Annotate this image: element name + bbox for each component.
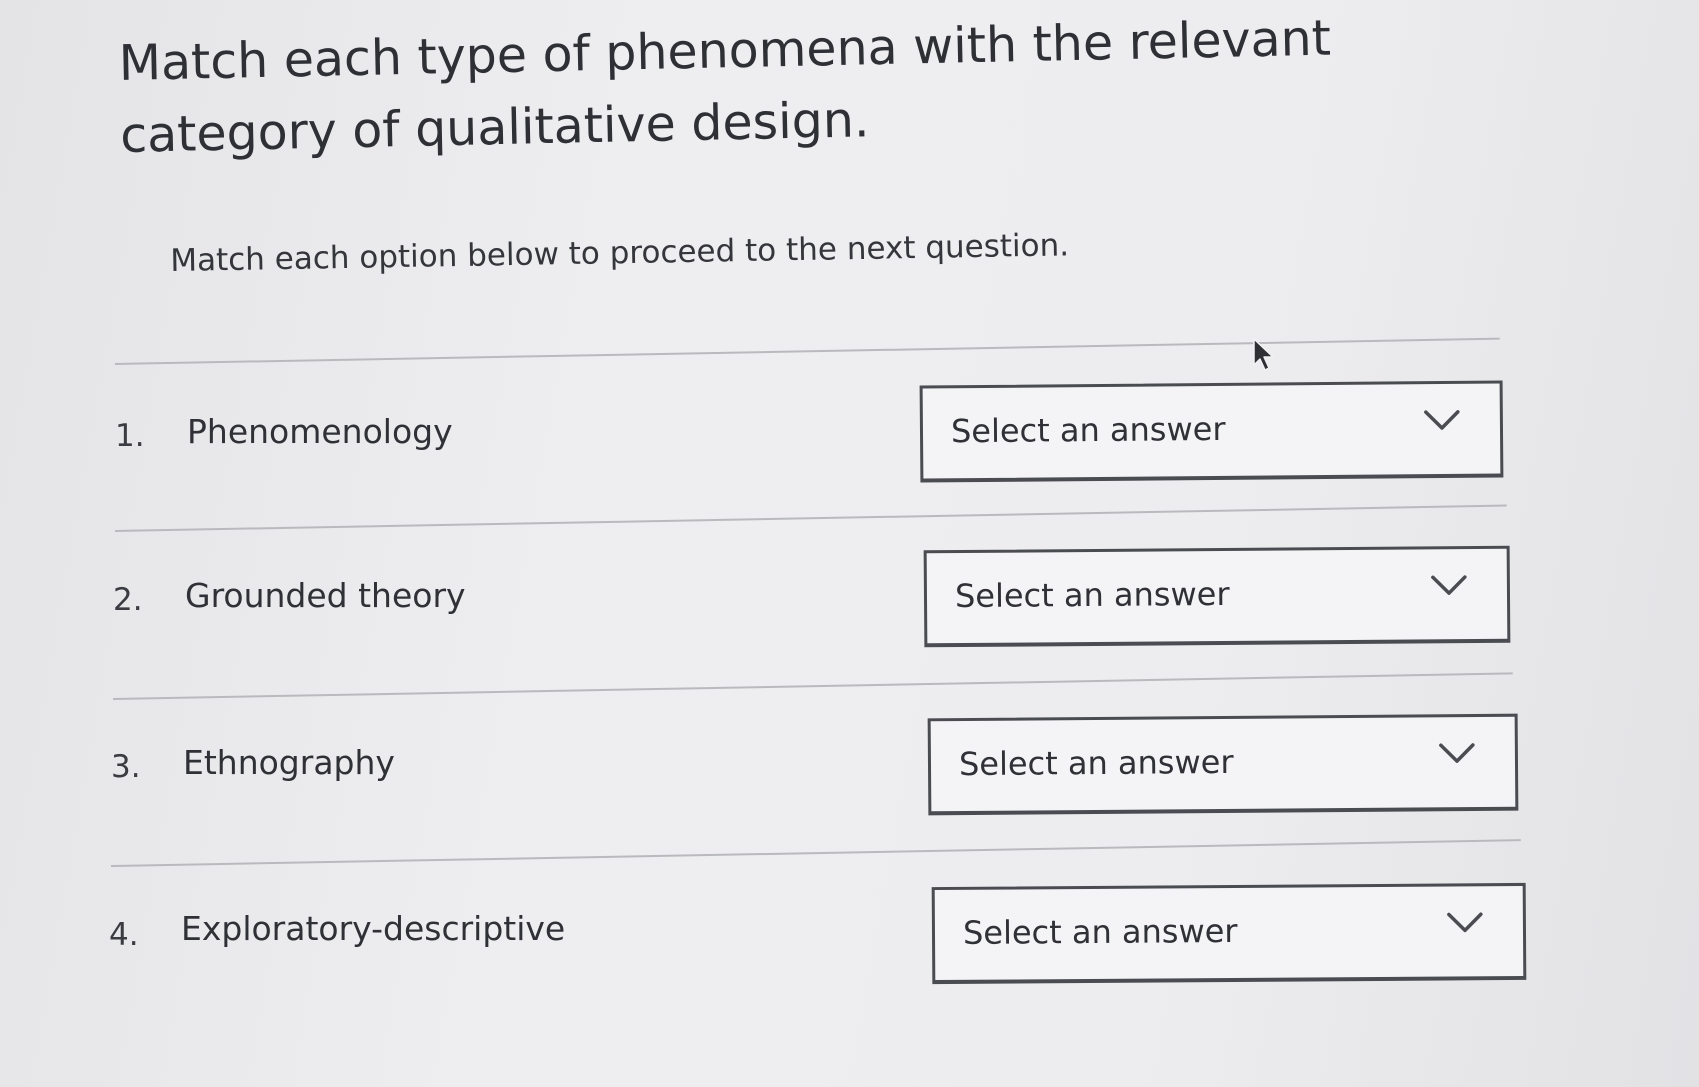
answer-dropdown[interactable]: Select an answer — [927, 713, 1519, 816]
item-label: Phenomenology — [187, 412, 453, 451]
question-page: Match each type of phenomena with the re… — [0, 0, 1699, 1087]
divider — [114, 337, 1500, 365]
chevron-down-icon — [1439, 743, 1475, 763]
chevron-down-icon — [1447, 912, 1483, 933]
dropdown-selected-value: Select an answer — [962, 911, 1238, 952]
chevron-down-icon — [1431, 575, 1467, 595]
answer-dropdown[interactable]: Select an answer — [931, 882, 1527, 985]
item-label: Ethnography — [183, 743, 395, 782]
divider — [110, 839, 1521, 867]
dropdown-selected-value: Select an answer — [950, 409, 1226, 451]
mouse-cursor-icon — [1253, 338, 1274, 371]
item-number: 3. — [111, 749, 141, 785]
item-number: 4. — [109, 917, 139, 953]
dropdown-selected-value: Select an answer — [954, 574, 1230, 616]
chevron-down-icon — [1424, 410, 1460, 430]
divider — [114, 504, 1507, 532]
item-label: Grounded theory — [185, 576, 466, 615]
answer-dropdown[interactable]: Select an answer — [923, 545, 1511, 648]
item-number: 1. — [115, 418, 145, 454]
item-number: 2. — [113, 582, 143, 618]
item-label: Exploratory-descriptive — [181, 909, 566, 948]
dropdown-selected-value: Select an answer — [958, 742, 1234, 784]
question-instruction: Match each option below to proceed to th… — [170, 227, 1070, 279]
answer-dropdown[interactable]: Select an answer — [919, 380, 1504, 483]
divider — [112, 672, 1513, 700]
match-item-row: 4. Exploratory-descriptive Select an ans… — [0, 0, 1699, 985]
